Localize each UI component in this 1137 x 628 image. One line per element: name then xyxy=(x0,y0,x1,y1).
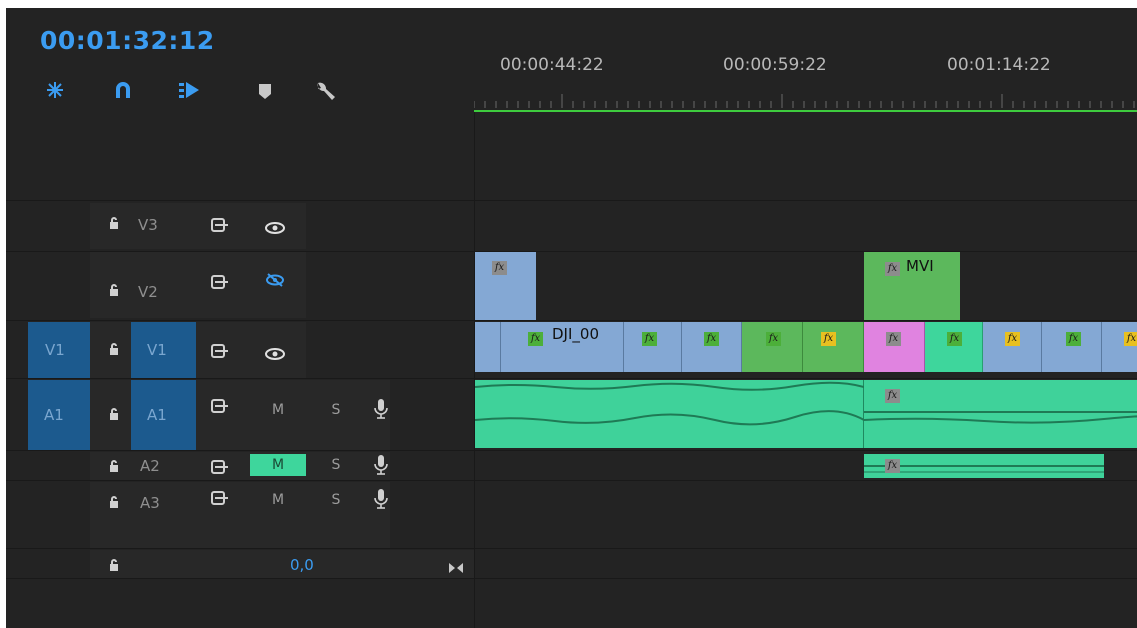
track-name-v3: V3 xyxy=(138,216,158,234)
ruler-time-1: 00:00:44:22 xyxy=(500,55,604,75)
video-clip[interactable]: fx xyxy=(925,322,983,372)
solo-button[interactable]: S xyxy=(328,457,344,473)
fx-badge: fx xyxy=(1066,332,1081,346)
video-clip[interactable]: fx xyxy=(742,322,803,372)
time-ruler[interactable] xyxy=(474,94,1137,108)
track-row-a3: A3 M S xyxy=(6,482,1137,549)
track-row-v3: V3 xyxy=(6,200,1137,252)
mute-button-active[interactable]: M xyxy=(250,454,306,476)
source-patch-v1[interactable]: V1 xyxy=(28,322,90,378)
fx-badge: fx xyxy=(947,332,962,346)
lock-icon[interactable] xyxy=(109,494,119,513)
microphone-icon[interactable] xyxy=(374,488,388,514)
video-clip-mvi[interactable]: fx MVI xyxy=(864,252,960,320)
video-clip[interactable]: fx xyxy=(682,322,742,372)
ruler-time-2: 00:00:59:22 xyxy=(723,55,827,75)
sync-lock-icon[interactable] xyxy=(211,217,229,236)
track-row-a1: A1 A1 M S fx xyxy=(6,380,1137,451)
track-row-master: 0,0 xyxy=(6,550,1137,579)
fx-badge: fx xyxy=(885,262,900,276)
fx-badge: fx xyxy=(885,389,900,403)
video-clip[interactable]: fx xyxy=(864,322,925,372)
source-patch-a1[interactable]: A1 xyxy=(28,380,90,450)
video-clip[interactable] xyxy=(475,322,501,372)
track-name-a1: A1 xyxy=(147,406,167,424)
track-name-a2: A2 xyxy=(140,457,160,475)
fx-badge: fx xyxy=(766,332,781,346)
audio-clip[interactable]: fx xyxy=(864,454,1104,478)
eye-hidden-icon[interactable] xyxy=(265,272,285,292)
video-clip[interactable]: fx xyxy=(475,252,536,320)
fx-badge: fx xyxy=(885,459,900,473)
sync-lock-icon[interactable] xyxy=(211,343,229,362)
track-name-v2: V2 xyxy=(138,283,158,301)
eye-icon[interactable] xyxy=(265,345,285,364)
magnet-linked-selection-icon[interactable] xyxy=(113,80,133,104)
ruler-time-3: 00:01:14:22 xyxy=(947,55,1051,75)
microphone-icon[interactable] xyxy=(374,398,388,424)
fx-badge: fx xyxy=(528,332,543,346)
track-row-a2: A2 M S fx xyxy=(6,452,1137,481)
audio-waveform xyxy=(474,381,865,426)
lock-icon[interactable] xyxy=(109,458,119,477)
add-marker-icon[interactable] xyxy=(258,80,272,104)
sync-lock-icon[interactable] xyxy=(211,398,229,417)
audio-clip[interactable]: fx xyxy=(863,380,1137,448)
track-name-a3: A3 xyxy=(140,494,160,512)
fx-badge: fx xyxy=(642,332,657,346)
audio-volume-value[interactable]: 0,0 xyxy=(290,556,314,574)
track-name-v1: V1 xyxy=(147,341,167,359)
lock-icon[interactable] xyxy=(109,282,119,301)
mute-button[interactable]: M xyxy=(270,492,286,508)
snap-sequence-icon[interactable] xyxy=(45,80,65,104)
clip-name: DJI_00 xyxy=(552,325,599,343)
clip-name: MVI xyxy=(906,257,934,275)
sync-lock-icon[interactable] xyxy=(211,490,229,509)
fx-badge: fx xyxy=(821,332,836,346)
fx-badge: fx xyxy=(704,332,719,346)
fx-badge: fx xyxy=(1005,332,1020,346)
video-clip[interactable]: fx xyxy=(983,322,1042,372)
current-timecode[interactable]: 00:01:32:12 xyxy=(40,26,215,55)
video-clip[interactable]: fx xyxy=(803,322,864,372)
microphone-icon[interactable] xyxy=(374,454,388,480)
lock-icon[interactable] xyxy=(109,406,119,425)
go-to-in-out-icon[interactable] xyxy=(448,559,464,578)
video-clip[interactable]: fx xyxy=(624,322,682,372)
timeline-panel: 00:01:32:12 00:00:44:22 00:00:59:22 00:0… xyxy=(6,8,1137,628)
wrench-settings-icon[interactable] xyxy=(314,80,336,106)
track-target-v1[interactable]: V1 xyxy=(131,322,196,378)
lock-icon[interactable] xyxy=(109,215,119,234)
sync-lock-icon[interactable] xyxy=(211,274,229,293)
fx-badge: fx xyxy=(886,332,901,346)
mute-button[interactable]: M xyxy=(270,402,286,418)
insert-overwrite-icon[interactable] xyxy=(178,80,200,104)
track-row-v2: V2 fx fx MVI xyxy=(6,252,1137,321)
fx-badge: fx xyxy=(1124,332,1137,346)
video-clip[interactable]: fx xyxy=(1102,322,1137,372)
video-clip-dji[interactable]: fx DJI_00 xyxy=(501,322,624,372)
audio-clip[interactable] xyxy=(474,380,865,448)
audio-waveform xyxy=(863,411,1137,424)
track-row-v1: V1 V1 fx DJI_00 fx fx fx fx fx fx fx fx … xyxy=(6,322,1137,379)
audio-waveform xyxy=(864,465,1104,473)
work-area-bar[interactable] xyxy=(474,110,1137,112)
fx-badge: fx xyxy=(492,261,507,275)
sync-lock-icon[interactable] xyxy=(211,459,229,478)
solo-button[interactable]: S xyxy=(328,402,344,418)
video-clip[interactable]: fx xyxy=(1042,322,1102,372)
solo-button[interactable]: S xyxy=(328,492,344,508)
lock-icon[interactable] xyxy=(109,341,119,360)
track-target-a1[interactable]: A1 xyxy=(131,380,196,450)
eye-icon[interactable] xyxy=(265,219,285,238)
lock-icon[interactable] xyxy=(109,557,119,576)
